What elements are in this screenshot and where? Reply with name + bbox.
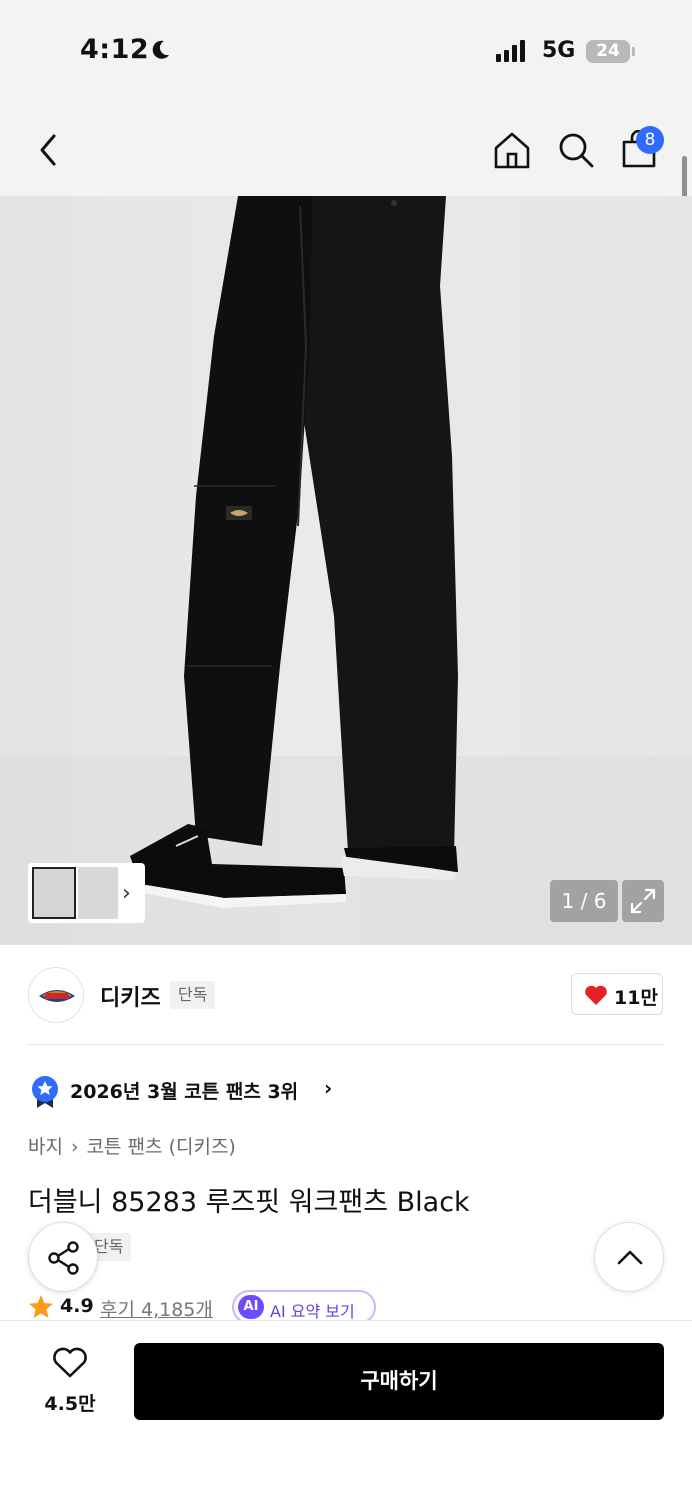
brand-name[interactable]: 디키즈 <box>100 980 161 1012</box>
brand-logo[interactable] <box>28 967 84 1023</box>
battery-tip <box>632 47 635 56</box>
top-nav: 8 <box>0 100 692 196</box>
status-time: 4:12 <box>80 34 150 65</box>
chevron-right-icon[interactable]: › <box>122 881 131 906</box>
thumbnail-2[interactable] <box>78 867 118 919</box>
ranking-badge-icon <box>32 1076 58 1108</box>
home-icon[interactable] <box>492 130 532 170</box>
battery-icon: 24 <box>586 40 630 63</box>
image-counter: 1 / 6 <box>550 880 618 922</box>
heart-outline-icon <box>53 1347 87 1378</box>
rating-score: 4.9 <box>60 1295 94 1317</box>
product-image-gallery[interactable]: › 1 / 6 <box>0 196 692 945</box>
battery-level: 24 <box>596 41 620 61</box>
star-icon <box>29 1295 53 1318</box>
brand-exclusive-tag: 단독 <box>170 981 216 1009</box>
thumbnail-strip[interactable]: › <box>28 863 145 923</box>
expand-icon <box>630 888 656 914</box>
brand-like-count: 11만 <box>614 987 658 1009</box>
breadcrumb-category[interactable]: 바지 <box>28 1136 63 1158</box>
signal-icon <box>496 40 525 62</box>
back-icon[interactable] <box>32 130 68 170</box>
ranking-link[interactable]: 2026년 3월 코튼 팬츠 3위 <box>70 1077 298 1104</box>
divider <box>28 1044 664 1045</box>
network-label: 5G <box>542 38 576 63</box>
buy-button[interactable]: 구매하기 <box>134 1343 664 1420</box>
chevron-up-icon <box>617 1250 643 1265</box>
search-icon[interactable] <box>556 130 596 170</box>
wishlist-count: 4.5만 <box>44 1393 96 1415</box>
bottom-action-bar: 4.5만 구매하기 <box>0 1320 692 1500</box>
ai-summary-label: AI 요약 보기 <box>270 1302 355 1321</box>
chevron-right-icon[interactable]: › <box>324 1076 332 1100</box>
heart-filled-icon <box>585 985 607 1005</box>
breadcrumb: 바지 › 코튼 팬츠 (디키즈) <box>28 1132 236 1159</box>
reviews-link[interactable]: 후기 4,185개 <box>100 1295 213 1322</box>
wishlist-button[interactable]: 4.5만 <box>30 1341 110 1421</box>
ai-summary-button[interactable]: AI AI 요약 보기 <box>232 1290 376 1324</box>
dickies-logo-icon <box>39 990 75 1002</box>
status-bar: 4:12 5G 24 <box>0 0 692 100</box>
ai-badge: AI <box>238 1295 264 1319</box>
breadcrumb-subcategory[interactable]: 코튼 팬츠 (디키즈) <box>87 1136 236 1158</box>
thumbnail-1[interactable] <box>32 867 76 919</box>
product-title: 더블니 85283 루즈핏 워크팬츠 Black <box>28 1187 470 1218</box>
moon-icon <box>152 40 169 59</box>
product-photo <box>0 196 692 945</box>
share-button[interactable] <box>28 1222 98 1292</box>
expand-button[interactable] <box>622 880 664 922</box>
share-icon <box>48 1241 79 1275</box>
scroll-top-button[interactable] <box>594 1222 664 1292</box>
rating-row: 4.9 후기 4,185개 AI AI 요약 보기 <box>28 1290 428 1324</box>
chevron-right-icon: › <box>70 1136 79 1158</box>
cart-count-badge: 8 <box>636 126 664 154</box>
brand-like-button[interactable]: 11만 <box>571 973 663 1015</box>
